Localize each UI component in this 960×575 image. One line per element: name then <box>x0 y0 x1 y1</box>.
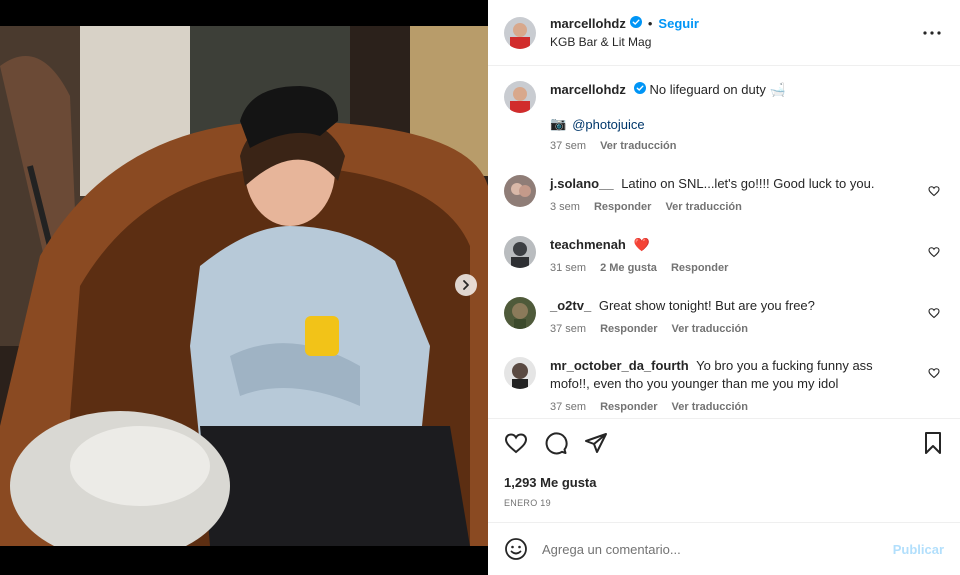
comment-body: j.solano__ Latino on SNL...let's go!!!! … <box>550 175 944 213</box>
post-date: ENERO 19 <box>504 498 551 508</box>
verified-badge-icon <box>629 16 642 31</box>
caption-time[interactable]: 37 sem <box>550 140 586 152</box>
like-comment-heart-icon[interactable] <box>928 367 940 382</box>
caption-body: marcellohdz No lifeguard on duty 🛁 📷 @ph… <box>550 81 944 152</box>
author-username[interactable]: marcellohdz <box>550 16 626 31</box>
comment-body: teachmenah ❤️ 31 sem 2 Me gusta Responde… <box>550 236 944 274</box>
comment-username[interactable]: teachmenah <box>550 237 626 252</box>
header-text: marcellohdz • Seguir KGB Bar & Lit Mag <box>550 16 920 49</box>
comment-bubble-icon[interactable] <box>544 431 568 455</box>
avatar-image <box>504 16 536 49</box>
avatar-image <box>504 175 536 207</box>
comment-text: Great show tonight! But are you free? <box>598 298 815 313</box>
comment-meta: 37 sem Responder Ver traducción <box>550 323 914 335</box>
comment-time[interactable]: 3 sem <box>550 201 580 213</box>
comment-time[interactable]: 37 sem <box>550 401 586 413</box>
comment-avatar[interactable] <box>504 357 536 389</box>
follow-button[interactable]: Seguir <box>658 16 698 31</box>
avatar-image <box>504 81 536 113</box>
comment-text-line: j.solano__ Latino on SNL...let's go!!!! … <box>550 175 914 193</box>
comment-time[interactable]: 31 sem <box>550 262 586 274</box>
comment-item: j.solano__ Latino on SNL...let's go!!!! … <box>504 175 944 213</box>
caption-text-line: marcellohdz No lifeguard on duty 🛁 <box>550 81 914 99</box>
comment-meta: 31 sem 2 Me gusta Responder <box>550 262 914 274</box>
publish-button[interactable]: Publicar <box>893 542 944 557</box>
comment-username[interactable]: _o2tv_ <box>550 298 591 313</box>
comment-item: teachmenah ❤️ 31 sem 2 Me gusta Responde… <box>504 236 944 274</box>
caption: marcellohdz No lifeguard on duty 🛁 📷 @ph… <box>504 81 944 152</box>
post-actions: 1,293 Me gusta ENERO 19 <box>488 418 960 508</box>
comment-meta: 3 sem Responder Ver traducción <box>550 201 914 213</box>
avatar-image <box>504 297 536 329</box>
comment-input[interactable] <box>542 541 893 557</box>
caption-avatar[interactable] <box>504 81 536 113</box>
caption-meta: 37 sem Ver traducción <box>550 140 914 152</box>
avatar-image <box>504 236 536 268</box>
post-panel: marcellohdz • Seguir KGB Bar & Lit Mag m… <box>488 0 960 575</box>
comment-username[interactable]: j.solano__ <box>550 176 614 191</box>
share-paper-plane-icon[interactable] <box>584 431 608 455</box>
post-media <box>0 0 488 575</box>
next-slide-button[interactable] <box>455 274 477 296</box>
photo-illustration <box>0 26 488 546</box>
reply-button[interactable]: Responder <box>600 323 657 335</box>
emoji-smile-icon[interactable] <box>504 537 528 561</box>
reply-button[interactable]: Responder <box>600 401 657 413</box>
translate-button[interactable]: Ver traducción <box>672 401 748 413</box>
verified-badge-icon <box>633 81 646 99</box>
comment-meta: 37 sem Responder Ver traducción <box>550 401 914 413</box>
more-horizontal-icon <box>923 30 941 35</box>
comment-text-line: _o2tv_ Great show tonight! But are you f… <box>550 297 914 315</box>
camera-emoji: 📷 <box>550 116 567 131</box>
reply-button[interactable]: Responder <box>671 262 728 274</box>
comment-text: ❤️ <box>633 237 650 252</box>
like-comment-heart-icon[interactable] <box>928 185 940 200</box>
comment-text-line: mr_october_da_fourth Yo bro you a fuckin… <box>550 357 914 393</box>
header-line: marcellohdz • Seguir <box>550 16 920 31</box>
comment-body: mr_october_da_fourth Yo bro you a fuckin… <box>550 357 944 413</box>
likes-count[interactable]: 1,293 Me gusta <box>504 475 944 490</box>
caption-translate-button[interactable]: Ver traducción <box>600 140 676 152</box>
like-heart-icon[interactable] <box>504 431 528 455</box>
photo-credit: 📷 @photojuice <box>550 116 914 132</box>
action-icons <box>504 431 944 455</box>
comment-avatar[interactable] <box>504 236 536 268</box>
comment-time[interactable]: 37 sem <box>550 323 586 335</box>
chevron-right-icon <box>463 280 469 290</box>
caption-username[interactable]: marcellohdz <box>550 82 626 97</box>
post-photo[interactable] <box>0 26 488 546</box>
photographer-mention[interactable]: @photojuice <box>572 117 644 132</box>
translate-button[interactable]: Ver traducción <box>665 201 741 213</box>
translate-button[interactable]: Ver traducción <box>672 323 748 335</box>
comment-avatar[interactable] <box>504 175 536 207</box>
like-comment-heart-icon[interactable] <box>928 246 940 261</box>
comment-item: mr_october_da_fourth Yo bro you a fuckin… <box>504 357 944 413</box>
more-options-button[interactable] <box>920 21 944 45</box>
comment-body: _o2tv_ Great show tonight! But are you f… <box>550 297 944 335</box>
separator-dot: • <box>647 16 653 31</box>
post-header: marcellohdz • Seguir KGB Bar & Lit Mag <box>488 0 960 66</box>
comments-list[interactable]: marcellohdz No lifeguard on duty 🛁 📷 @ph… <box>488 67 960 417</box>
post-location[interactable]: KGB Bar & Lit Mag <box>550 35 920 49</box>
comment-composer: Publicar <box>488 522 960 575</box>
comment-item: _o2tv_ Great show tonight! But are you f… <box>504 297 944 335</box>
reply-button[interactable]: Responder <box>594 201 651 213</box>
comment-text-line: teachmenah ❤️ <box>550 236 914 254</box>
comment-avatar[interactable] <box>504 297 536 329</box>
like-comment-heart-icon[interactable] <box>928 307 940 322</box>
comment-likes[interactable]: 2 Me gusta <box>600 262 657 274</box>
save-bookmark-icon[interactable] <box>922 431 944 455</box>
caption-text: No lifeguard on duty 🛁 <box>649 82 786 97</box>
comment-username[interactable]: mr_october_da_fourth <box>550 358 689 373</box>
avatar-image <box>504 357 536 389</box>
author-avatar[interactable] <box>504 16 536 49</box>
comment-text: Latino on SNL...let's go!!!! Good luck t… <box>621 176 875 191</box>
